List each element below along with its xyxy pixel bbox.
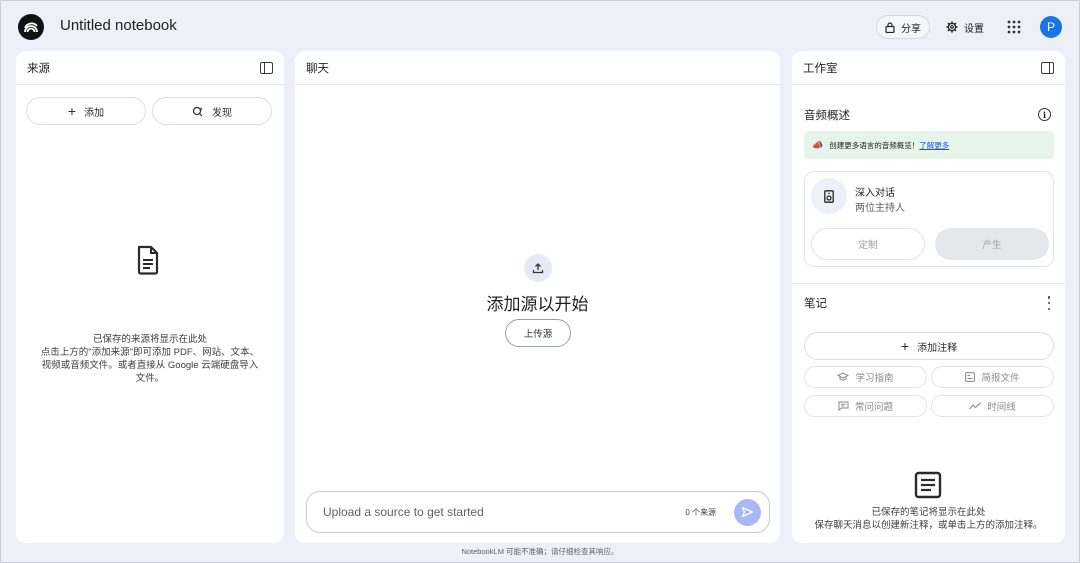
- add-note-button[interactable]: + 添加注释: [804, 332, 1054, 360]
- chat-input-box: 0 个来源: [306, 491, 770, 533]
- chat-input[interactable]: [323, 505, 686, 519]
- apps-grid-icon[interactable]: [1006, 19, 1022, 35]
- studio-panel: 工作室 音频概述 i 📣 创建更多语言的音频概览！了解更多 深入对话 两位主持人…: [792, 51, 1065, 543]
- notes-document-icon: [914, 471, 942, 499]
- speaker-icon: [811, 178, 847, 214]
- faq-button[interactable]: 常问问题: [804, 395, 927, 417]
- disclaimer-footer: NotebookLM 可能不准确；请仔细检查其响应。: [461, 547, 619, 556]
- notes-empty-title: 已保存的笔记将显示在此处: [871, 507, 986, 518]
- send-icon: [741, 506, 754, 518]
- send-button[interactable]: [734, 498, 761, 526]
- sources-empty-line1: 点击上方的"添加来源"即可添加 PDF、网站、文本、: [40, 347, 260, 358]
- add-source-button[interactable]: + 添加: [26, 97, 146, 125]
- briefing-doc-button[interactable]: 简报文件: [931, 366, 1054, 388]
- chat-panel: 聊天 添加源以开始 上传源 0 个来源: [295, 51, 780, 543]
- share-label: 分享: [901, 23, 921, 35]
- sources-panel: 来源 + 添加 发现 已保存的来源将显示在此处 点击上方的"添加来源"即可添加 …: [16, 51, 284, 543]
- customize-button[interactable]: 定制: [811, 228, 925, 260]
- briefing-doc-icon: [965, 372, 976, 382]
- notes-empty-desc: 保存聊天消息以创建新注释，或单击上方的添加注释。: [814, 520, 1043, 531]
- avatar[interactable]: P: [1040, 16, 1062, 38]
- settings-button[interactable]: 设置: [938, 15, 992, 39]
- gear-icon: [946, 21, 958, 33]
- collapse-panel-icon[interactable]: [260, 61, 273, 74]
- add-note-label: 添加注释: [917, 342, 958, 354]
- source-count: 0 个来源: [685, 507, 716, 517]
- discover-sources-button[interactable]: 发现: [152, 97, 272, 125]
- lock-icon: [885, 21, 895, 33]
- learn-more-link[interactable]: 了解更多: [919, 141, 949, 150]
- settings-label: 设置: [964, 23, 984, 35]
- study-guide-label: 学习指南: [855, 373, 894, 384]
- studio-title: 工作室: [803, 62, 838, 75]
- notes-title: 笔记: [804, 298, 827, 310]
- info-icon[interactable]: i: [1038, 108, 1051, 121]
- deep-dive-subtitle: 两位主持人: [855, 203, 905, 214]
- plus-icon: +: [67, 103, 77, 119]
- language-banner: 📣 创建更多语言的音频概览！了解更多: [804, 131, 1054, 159]
- chat-title: 聊天: [306, 62, 329, 75]
- discover-label: 发现: [212, 107, 232, 119]
- collapse-panel-icon[interactable]: [1041, 61, 1054, 74]
- top-bar: Untitled notebook 分享 设置 P: [0, 0, 1080, 52]
- upload-icon: [524, 254, 552, 282]
- sources-title: 来源: [27, 62, 50, 75]
- chat-empty-title: 添加源以开始: [486, 295, 589, 314]
- sources-empty-line2: 视频或音频文件。或者直接从 Google 云端硬盘导入: [41, 360, 259, 371]
- share-button[interactable]: 分享: [876, 15, 930, 39]
- faq-label: 常问问题: [854, 402, 893, 413]
- timeline-label: 时间线: [987, 402, 1016, 413]
- megaphone-icon: 📣: [812, 139, 824, 150]
- sources-header: 来源: [16, 51, 284, 85]
- timeline-icon: [969, 402, 982, 410]
- chat-header: 聊天: [295, 51, 780, 85]
- graduation-cap-icon: [837, 372, 850, 381]
- briefing-doc-label: 简报文件: [981, 373, 1020, 384]
- studio-header: 工作室: [792, 51, 1065, 85]
- generate-button[interactable]: 产生: [935, 228, 1049, 260]
- sources-empty-title: 已保存的来源将显示在此处: [92, 334, 207, 345]
- discover-search-icon: [192, 106, 203, 116]
- notebook-title[interactable]: Untitled notebook: [60, 17, 177, 34]
- audio-overview-title: 音频概述: [804, 110, 850, 122]
- add-source-label: 添加: [84, 107, 105, 119]
- sources-empty-line3: 文件。: [135, 373, 165, 384]
- timeline-button[interactable]: 时间线: [931, 395, 1054, 417]
- notes-empty-state: 已保存的笔记将显示在此处 保存聊天消息以创建新注释，或单击上方的添加注释。: [792, 506, 1065, 532]
- audio-overview-card: 深入对话 两位主持人 定制 产生: [804, 171, 1054, 267]
- notebooklm-logo-icon[interactable]: [18, 14, 44, 40]
- faq-icon: [838, 401, 849, 411]
- plus-icon: +: [900, 338, 910, 354]
- studio-divider: [792, 283, 1065, 284]
- sources-empty-state: 已保存的来源将显示在此处 点击上方的"添加来源"即可添加 PDF、网站、文本、 …: [16, 333, 284, 385]
- more-options-icon[interactable]: [1047, 296, 1051, 310]
- document-icon: [137, 245, 159, 275]
- study-guide-button[interactable]: 学习指南: [804, 366, 927, 388]
- banner-text: 创建更多语言的音频概览！: [829, 140, 920, 150]
- upload-source-button[interactable]: 上传源: [505, 319, 571, 347]
- deep-dive-title: 深入对话: [855, 188, 895, 199]
